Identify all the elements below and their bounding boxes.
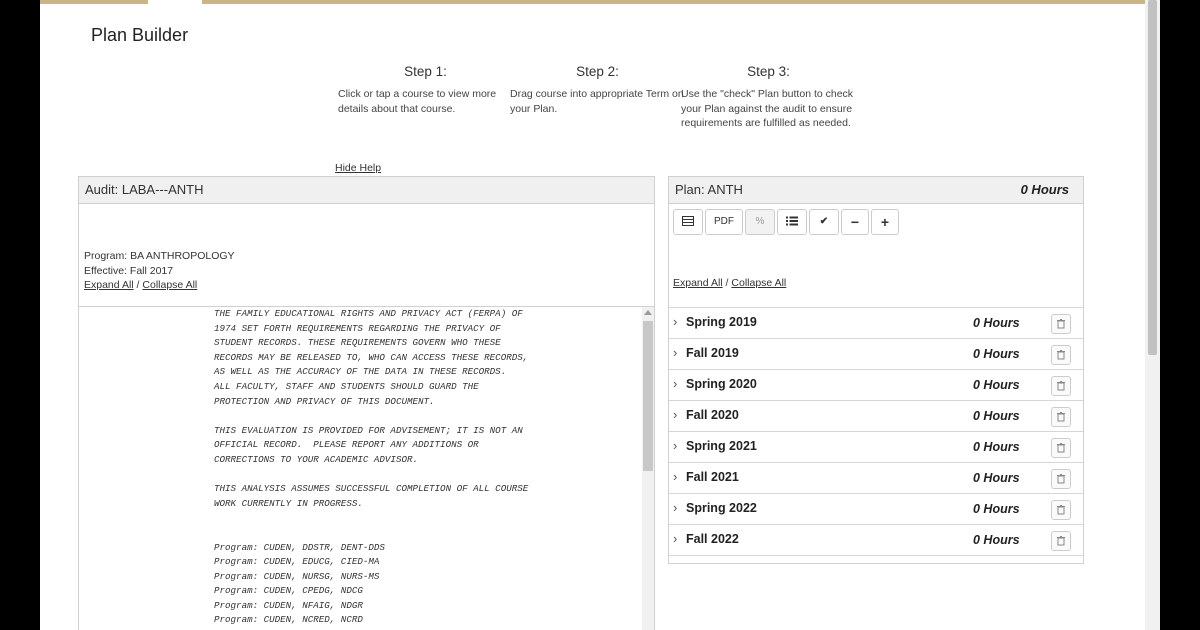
- plus-icon: +: [880, 214, 890, 230]
- chevron-right-icon[interactable]: ›: [673, 469, 677, 484]
- plan-expand-all-link[interactable]: Expand All: [673, 277, 723, 289]
- term-name: Spring 2022: [686, 501, 757, 515]
- trash-icon: [1057, 381, 1065, 391]
- term-name: Spring 2021: [686, 439, 757, 453]
- trash-icon: [1057, 505, 1065, 515]
- delete-term-button[interactable]: [1051, 345, 1071, 365]
- hide-help-link[interactable]: Hide Help: [335, 162, 381, 174]
- term-name: Fall 2019: [686, 346, 739, 360]
- plan-expand-collapse: Expand All / Collapse All: [673, 277, 786, 289]
- trash-icon: [1057, 536, 1065, 546]
- term-hours: 0 Hours: [973, 378, 1020, 392]
- term-hours: 0 Hours: [973, 409, 1020, 423]
- audit-info: Program: BA ANTHROPOLOGY Effective: Fall…: [84, 249, 235, 293]
- list-view-button[interactable]: [777, 209, 807, 235]
- delete-term-button[interactable]: [1051, 407, 1071, 427]
- chevron-right-icon[interactable]: ›: [673, 500, 677, 515]
- plan-terms-list: › Spring 2019 0 Hours › Fall 2019 0 Hour…: [668, 307, 1084, 564]
- term-hours: 0 Hours: [973, 316, 1020, 330]
- top-accent-bar: [40, 0, 1145, 4]
- term-row[interactable]: › Spring 2020 0 Hours: [669, 369, 1083, 401]
- delete-term-button[interactable]: [1051, 469, 1071, 489]
- pdf-label: PDF: [714, 216, 734, 227]
- term-hours: 0 Hours: [973, 347, 1020, 361]
- term-row[interactable]: › Fall 2019 0 Hours: [669, 338, 1083, 370]
- table-icon: [682, 216, 694, 227]
- delete-term-button[interactable]: [1051, 531, 1071, 551]
- step-3-title: Step 3:: [747, 64, 790, 79]
- list-icon: [786, 216, 798, 226]
- plan-title-text: Plan: ANTH: [675, 182, 743, 197]
- audit-panel: Audit: LABA---ANTH Program: BA ANTHROPOL…: [78, 176, 655, 307]
- help-step-3: Step 3: Use the "check" Plan button to c…: [681, 64, 856, 131]
- page: Plan Builder Step 1: Click or tap a cour…: [40, 0, 1160, 630]
- expand-button[interactable]: +: [871, 209, 899, 235]
- term-row[interactable]: › Fall 2020 0 Hours: [669, 400, 1083, 432]
- audit-expand-all-link[interactable]: Expand All: [84, 279, 134, 291]
- audit-collapse-all-link[interactable]: Collapse All: [142, 279, 197, 291]
- term-row[interactable]: › Spring 2021 0 Hours: [669, 431, 1083, 463]
- help-step-2: Step 2: Drag course into appropriate Ter…: [510, 64, 685, 116]
- step-1-title: Step 1:: [404, 64, 447, 79]
- chevron-right-icon[interactable]: ›: [673, 438, 677, 453]
- delete-term-button[interactable]: [1051, 314, 1071, 334]
- trash-icon: [1057, 412, 1065, 422]
- audit-document-text: THE FAMILY EDUCATIONAL RIGHTS AND PRIVAC…: [214, 308, 529, 626]
- top-tab-indicator: [148, 0, 202, 4]
- term-name: Spring 2020: [686, 377, 757, 391]
- term-name: Fall 2020: [686, 408, 739, 422]
- delete-term-button[interactable]: [1051, 500, 1071, 520]
- chevron-right-icon[interactable]: ›: [673, 407, 677, 422]
- check-plan-button[interactable]: ✔: [809, 209, 839, 235]
- step-2-title: Step 2:: [576, 64, 619, 79]
- trash-icon: [1057, 350, 1065, 360]
- chevron-right-icon[interactable]: ›: [673, 314, 677, 329]
- step-3-text: Use the "check" Plan button to check you…: [681, 88, 854, 129]
- trash-icon: [1057, 319, 1065, 329]
- page-scroll-thumb[interactable]: [1148, 0, 1157, 355]
- term-name: Fall 2022: [686, 532, 739, 546]
- checkmark-icon: ✔: [819, 216, 829, 227]
- term-row[interactable]: › Spring 2019 0 Hours: [669, 307, 1083, 339]
- term-hours: 0 Hours: [973, 471, 1020, 485]
- step-1-text: Click or tap a course to view more detai…: [338, 88, 497, 115]
- chevron-right-icon[interactable]: ›: [673, 345, 677, 360]
- scroll-up-icon[interactable]: [644, 310, 652, 315]
- plan-collapse-all-link[interactable]: Collapse All: [731, 277, 786, 289]
- term-hours: 0 Hours: [973, 533, 1020, 547]
- term-hours: 0 Hours: [973, 440, 1020, 454]
- step-2-text: Drag course into appropriate Term on you…: [510, 88, 684, 115]
- table-view-button[interactable]: [673, 209, 703, 235]
- term-row[interactable]: › Fall 2022 0 Hours: [669, 524, 1083, 556]
- audit-program: Program: BA ANTHROPOLOGY: [84, 250, 235, 262]
- help-step-1: Step 1: Click or tap a course to view mo…: [338, 64, 513, 116]
- chevron-right-icon[interactable]: ›: [673, 531, 677, 546]
- link-button[interactable]: %: [745, 209, 775, 235]
- audit-text-area[interactable]: THE FAMILY EDUCATIONAL RIGHTS AND PRIVAC…: [78, 307, 655, 630]
- chevron-right-icon[interactable]: ›: [673, 376, 677, 391]
- term-row[interactable]: › Spring 2022 0 Hours: [669, 493, 1083, 525]
- page-title: Plan Builder: [91, 25, 189, 45]
- plan-panel: Plan: ANTH 0 Hours PDF % ✔ − + Expand Al…: [668, 176, 1084, 308]
- delete-term-button[interactable]: [1051, 438, 1071, 458]
- collapse-button[interactable]: −: [841, 209, 869, 235]
- plan-total-hours: 0 Hours: [1020, 182, 1069, 197]
- trash-icon: [1057, 474, 1065, 484]
- trash-icon: [1057, 443, 1065, 453]
- audit-scrollbar[interactable]: [642, 307, 654, 630]
- audit-effective: Effective: Fall 2017: [84, 264, 174, 277]
- link-icon: %: [755, 216, 765, 227]
- term-name: Fall 2021: [686, 470, 739, 484]
- audit-scroll-thumb[interactable]: [643, 321, 653, 471]
- pdf-button[interactable]: PDF: [705, 209, 743, 235]
- audit-title: Audit: LABA---ANTH: [79, 177, 654, 204]
- term-hours: 0 Hours: [973, 502, 1020, 516]
- minus-icon: −: [850, 214, 860, 230]
- delete-term-button[interactable]: [1051, 376, 1071, 396]
- term-name: Spring 2019: [686, 315, 757, 329]
- plan-title: Plan: ANTH 0 Hours: [669, 177, 1083, 204]
- term-row[interactable]: › Fall 2021 0 Hours: [669, 462, 1083, 494]
